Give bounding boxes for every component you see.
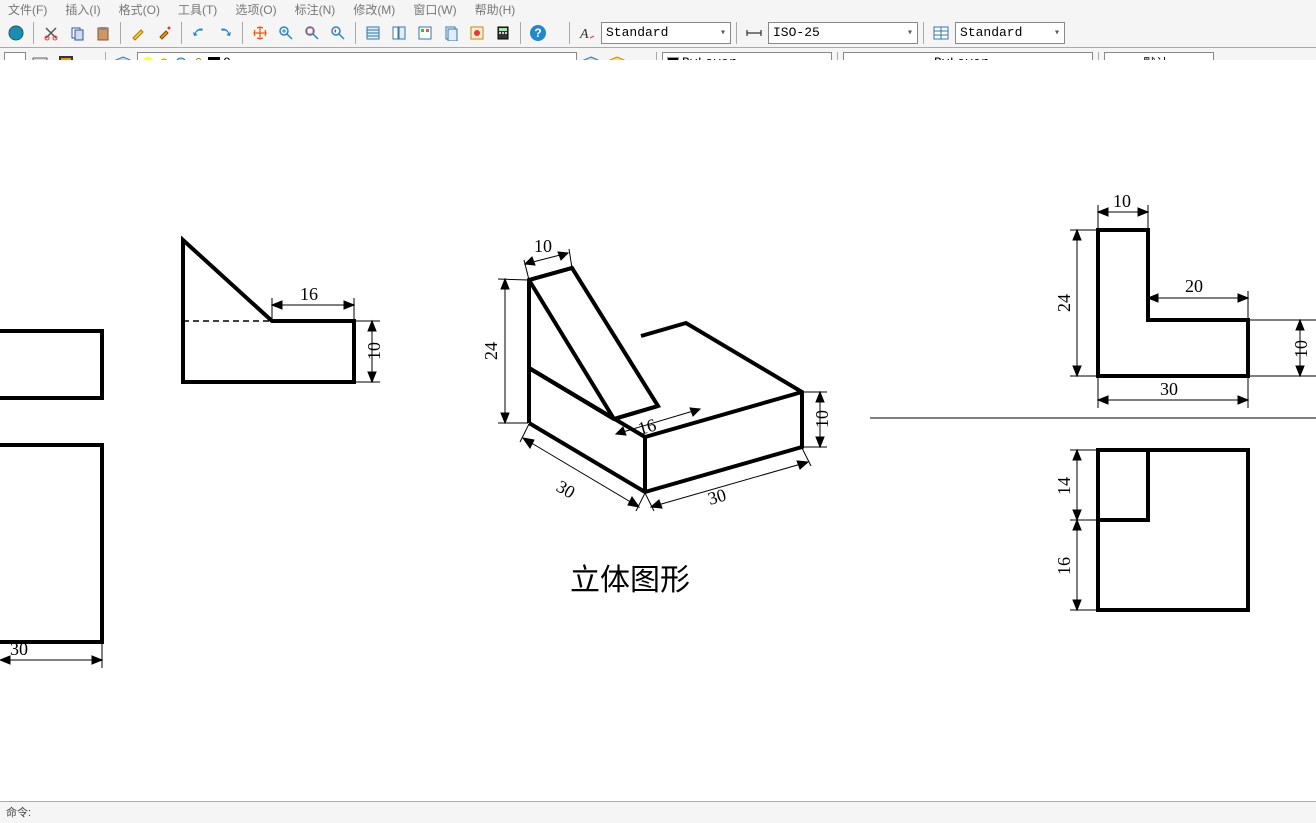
text-style-dropdown[interactable]: Standard ▾ [601,22,731,44]
dim-text: 16 [1054,557,1074,575]
menu-item[interactable]: 文件(F) [8,1,47,18]
properties-icon[interactable] [361,21,385,45]
menu-bar[interactable]: 文件(F) 插入(I) 格式(O) 工具(T) 选项(O) 标注(N) 修改(M… [0,0,1316,18]
status-bar: 命令: [0,801,1316,823]
dim-style-value: ISO-25 [773,25,820,40]
left-partial-top-view [0,331,102,398]
cut-icon[interactable] [39,21,63,45]
drawing-label: 立体图形 [570,564,690,597]
dim-text: 10 [1291,340,1311,358]
menu-item[interactable]: 插入(I) [65,1,100,18]
menu-item[interactable]: 工具(T) [178,1,217,18]
dim-text: 30 [1160,379,1178,399]
dim-text: 30 [553,476,579,502]
design-center-icon[interactable] [387,21,411,45]
redo-icon[interactable] [213,21,237,45]
dim-text: 24 [481,342,501,360]
menu-item[interactable]: 帮助(H) [475,1,516,18]
dim-text: 10 [364,342,384,360]
separator [355,22,356,44]
globe-icon[interactable] [4,21,28,45]
dim-text: 10 [1113,191,1131,211]
dim-text: 30 [10,639,28,659]
status-text: 命令: [6,807,31,819]
right-front-view [1098,230,1248,376]
zoom-previous-icon[interactable] [326,21,350,45]
dim-text: 14 [1054,477,1074,495]
dim-iso-30l [520,424,645,511]
brush-icon[interactable] [152,21,176,45]
drawing-canvas[interactable]: 30 16 10 [0,60,1316,801]
table-style-value: Standard [960,25,1022,40]
menu-item[interactable]: 选项(O) [235,1,276,18]
chevron-down-icon: ▾ [1054,27,1060,39]
menu-item[interactable]: 窗口(W) [413,1,456,18]
left-partial-bottom-view [0,445,102,642]
sheet-set-icon[interactable] [439,21,463,45]
quickcalc-icon[interactable] [491,21,515,45]
table-style-dropdown[interactable]: Standard ▾ [955,22,1065,44]
help-icon[interactable]: ? [526,21,550,45]
zoom-window-icon[interactable] [300,21,324,45]
dim-iso-16 [616,408,700,435]
match-properties-icon[interactable] [126,21,150,45]
paste-icon[interactable] [91,21,115,45]
separator [923,22,924,44]
chevron-down-icon: ▾ [720,27,726,39]
separator [520,22,521,44]
separator [242,22,243,44]
dim-style-icon[interactable] [742,21,766,45]
separator [120,22,121,44]
dim-text: 10 [534,236,552,256]
side-elevation-shape [183,240,354,382]
menu-item[interactable]: 修改(M) [353,1,395,18]
dim-text: 30 [706,485,729,509]
copy-icon[interactable] [65,21,89,45]
isometric-shape [529,268,802,492]
table-style-icon[interactable] [929,21,953,45]
dim-iso-24 [498,279,528,423]
undo-icon[interactable] [187,21,211,45]
main-toolbar: ? A Standard ▾ ISO-25 ▾ Standard ▾ [0,18,1316,48]
dim-text: 16 [300,284,318,304]
menu-item[interactable]: 格式(O) [119,1,160,18]
zoom-realtime-icon[interactable] [274,21,298,45]
pan-icon[interactable] [248,21,272,45]
markup-icon[interactable] [465,21,489,45]
separator [181,22,182,44]
svg-text:?: ? [534,26,541,40]
text-style-icon[interactable]: A [575,21,599,45]
dim-text: 10 [812,410,832,428]
chevron-down-icon: ▾ [907,27,913,39]
dim-iso-30r [645,448,811,511]
separator [736,22,737,44]
text-style-value: Standard [606,25,668,40]
dim-text: 24 [1054,294,1074,312]
separator [569,22,570,44]
separator [33,22,34,44]
svg-text:A: A [579,27,589,42]
dim-text: 20 [1185,276,1203,296]
menu-item[interactable]: 标注(N) [295,1,336,18]
tool-palette-icon[interactable] [413,21,437,45]
dim-style-dropdown[interactable]: ISO-25 ▾ [768,22,918,44]
